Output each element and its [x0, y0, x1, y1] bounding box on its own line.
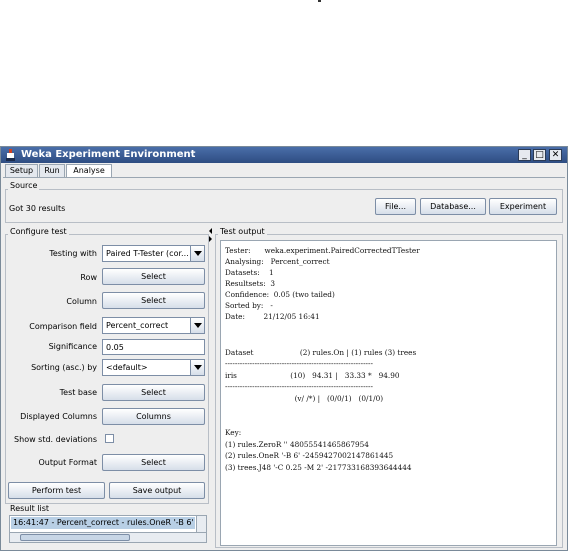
weka-bird-icon — [6, 149, 15, 161]
chevron-down-icon[interactable] — [190, 360, 204, 375]
output-line: (1) rules.ZeroR '' 48055541465867954 — [225, 440, 369, 449]
output-line: Sorted by: - — [225, 301, 273, 310]
output-line: (2) rules.OneR '-B 6' -24594270021478614… — [225, 451, 394, 460]
tab-setup[interactable]: Setup — [5, 164, 38, 177]
testing-with-combo[interactable]: Paired T-Tester (cor... — [102, 245, 205, 262]
save-output-button[interactable]: Save output — [109, 482, 205, 499]
show-std-deviations-label: Show std. deviations — [14, 435, 97, 444]
maximize-button[interactable]: □ — [533, 149, 546, 161]
output-line: Key: — [225, 428, 242, 437]
output-line: Date: 21/12/05 16:41 — [225, 312, 320, 321]
columns-button[interactable]: Columns — [102, 408, 205, 425]
show-std-deviations-checkbox[interactable] — [105, 434, 114, 443]
tab-run[interactable]: Run — [39, 164, 65, 177]
test-output-section-label: Test output — [218, 227, 267, 236]
minimize-button[interactable]: _ — [518, 149, 531, 161]
output-line: ----------------------------------------… — [225, 359, 373, 368]
significance-label: Significance — [48, 342, 97, 351]
sorting-value: <default> — [106, 363, 148, 372]
testing-with-value: Paired T-Tester (cor... — [106, 249, 189, 258]
output-line: Dataset (2) rules.On | (1) rules (3) tre… — [225, 348, 417, 357]
divider-arrows-icon — [209, 228, 212, 242]
output-line: ----------------------------------------… — [225, 382, 373, 391]
scrollbar-thumb[interactable] — [20, 534, 130, 541]
tab-analyse[interactable]: Analyse — [66, 164, 112, 178]
output-line: Resultsets: 3 — [225, 279, 276, 288]
test-base-label: Test base — [59, 388, 97, 397]
test-base-select-button[interactable]: Select — [102, 384, 205, 401]
title-bar[interactable]: Weka Experiment Environment _ □ ✕ — [1, 147, 567, 163]
output-line: (v/ /*) | (0/0/1) (0/1/0) — [225, 394, 384, 403]
vertical-scrollbar[interactable] — [196, 516, 206, 532]
column-select-button[interactable]: Select — [102, 292, 205, 309]
testing-with-label: Testing with — [49, 249, 97, 258]
output-line: Tester: weka.experiment.PairedCorrectedT… — [225, 246, 420, 255]
result-list: 16:41:47 - Percent_correct - rules.OneR … — [9, 515, 207, 543]
result-list-item[interactable]: 16:41:47 - Percent_correct - rules.OneR … — [11, 517, 195, 529]
weka-experiment-window: Weka Experiment Environment _ □ ✕ Setup … — [0, 146, 568, 551]
document-fragment — [318, 0, 321, 2]
horizontal-scrollbar[interactable] — [10, 532, 206, 542]
close-button[interactable]: ✕ — [549, 149, 562, 161]
sorting-label: Sorting (asc.) by — [31, 363, 97, 372]
experiment-button[interactable]: Experiment — [489, 198, 557, 215]
perform-test-button[interactable]: Perform test — [8, 482, 105, 499]
output-line: iris (10) 94.31 | 33.33 * 94.90 — [225, 371, 400, 380]
output-line: Confidence: 0.05 (two tailed) — [225, 290, 335, 299]
test-output-text[interactable]: Tester: weka.experiment.PairedCorrectedT… — [220, 240, 557, 546]
database-button[interactable]: Database... — [420, 198, 486, 215]
result-list-section-label: Result list — [8, 504, 52, 513]
file-button[interactable]: File... — [375, 198, 416, 215]
source-section-label: Source — [8, 181, 40, 190]
split-pane-divider[interactable] — [209, 228, 213, 546]
output-line: Datasets: 1 — [225, 268, 274, 277]
comparison-field-label: Comparison field — [29, 322, 97, 331]
comparison-field-combo[interactable]: Percent_correct — [102, 317, 205, 334]
chevron-down-icon[interactable] — [190, 318, 204, 333]
output-line: (3) trees.J48 '-C 0.25 -M 2' -2177331683… — [225, 463, 412, 472]
output-format-label: Output Format — [38, 458, 97, 467]
column-label: Column — [66, 297, 97, 306]
significance-input[interactable]: 0.05 — [102, 339, 205, 355]
row-label: Row — [80, 273, 97, 282]
window-title: Weka Experiment Environment — [21, 149, 196, 160]
output-format-select-button[interactable]: Select — [102, 454, 205, 471]
displayed-columns-label: Displayed Columns — [20, 412, 97, 421]
configure-test-section-label: Configure test — [8, 227, 69, 236]
comparison-field-value: Percent_correct — [106, 321, 169, 330]
chevron-down-icon[interactable] — [190, 246, 204, 261]
output-line: Analysing: Percent_correct — [225, 257, 330, 266]
row-select-button[interactable]: Select — [102, 268, 205, 285]
sorting-combo[interactable]: <default> — [102, 359, 205, 376]
tab-divider — [3, 177, 565, 178]
source-status: Got 30 results — [9, 204, 66, 213]
